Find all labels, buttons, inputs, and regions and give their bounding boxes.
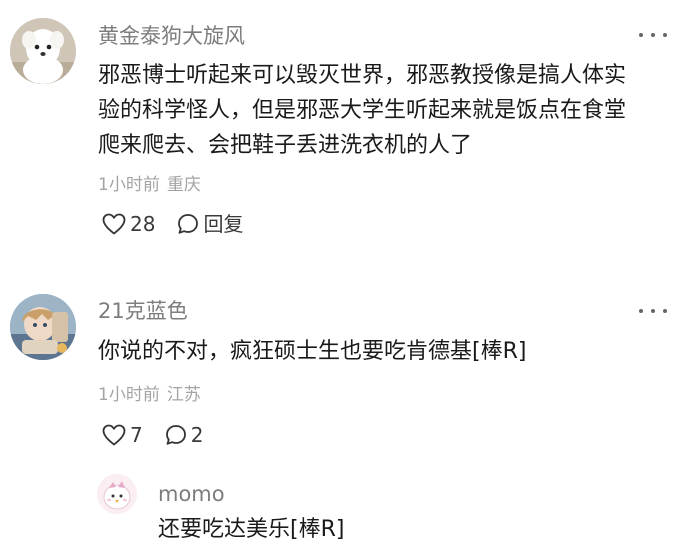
more-options-icon[interactable]: [639, 31, 667, 39]
comment-text-line: 还要吃达美乐[棒R]: [158, 517, 345, 542]
avatar[interactable]: [97, 474, 137, 514]
timestamp: 1小时前: [98, 175, 160, 195]
location: 江苏: [166, 385, 201, 405]
comment-actions: 7 2: [102, 424, 203, 446]
username[interactable]: 21克蓝色: [98, 301, 188, 322]
anime-character-avatar-icon: [10, 294, 76, 360]
avatar[interactable]: [10, 18, 76, 84]
location: 重庆: [166, 175, 201, 195]
heart-icon: [102, 424, 126, 446]
comment-actions: 28 回复: [102, 213, 243, 235]
like-count: 7: [130, 423, 143, 447]
timestamp: 1小时前: [98, 385, 160, 405]
comment-meta: 1小时前 重庆: [98, 177, 201, 194]
comment-meta: 1小时前 江苏: [98, 387, 201, 404]
comment-text: 还要吃达美乐[棒R]: [158, 512, 344, 547]
comment-text: 你说的不对，疯狂硕士生也要吃肯德基[棒R]: [98, 334, 526, 369]
comment-text: 邪恶博士听起来可以毁灭世界，邪恶教授像是搞人体实 验的科学怪人，但是邪恶大学生听…: [98, 58, 626, 163]
reply-icon: [178, 214, 199, 234]
username[interactable]: momo: [158, 484, 225, 505]
username[interactable]: 黄金泰狗大旋风: [98, 26, 245, 47]
reply-icon: [165, 425, 186, 445]
reply-button[interactable]: 回复: [177, 213, 243, 235]
reply-count: 2: [190, 423, 204, 447]
more-options-icon[interactable]: [639, 307, 667, 315]
cartoon-bird-avatar-icon: [97, 474, 137, 514]
comment-text-line: 验的科学怪人，但是邪恶大学生听起来就是饭点在食堂: [98, 98, 627, 123]
like-button[interactable]: 7: [102, 424, 143, 446]
heart-icon: [102, 213, 126, 235]
comment-text-line: 爬来爬去、会把鞋子丢进洗衣机的人了: [98, 133, 473, 158]
avatar[interactable]: [10, 294, 76, 360]
white-dog-avatar-icon: [10, 18, 76, 84]
comment-text-line: 邪恶博士听起来可以毁灭世界，邪恶教授像是搞人体实: [98, 63, 627, 88]
like-count: 28: [130, 212, 156, 236]
like-button[interactable]: 28: [102, 213, 155, 235]
comment-text-line: 你说的不对，疯狂硕士生也要吃肯德基[棒R]: [98, 339, 527, 364]
reply-button[interactable]: 2: [165, 423, 204, 447]
reply-label: 回复: [203, 212, 244, 236]
